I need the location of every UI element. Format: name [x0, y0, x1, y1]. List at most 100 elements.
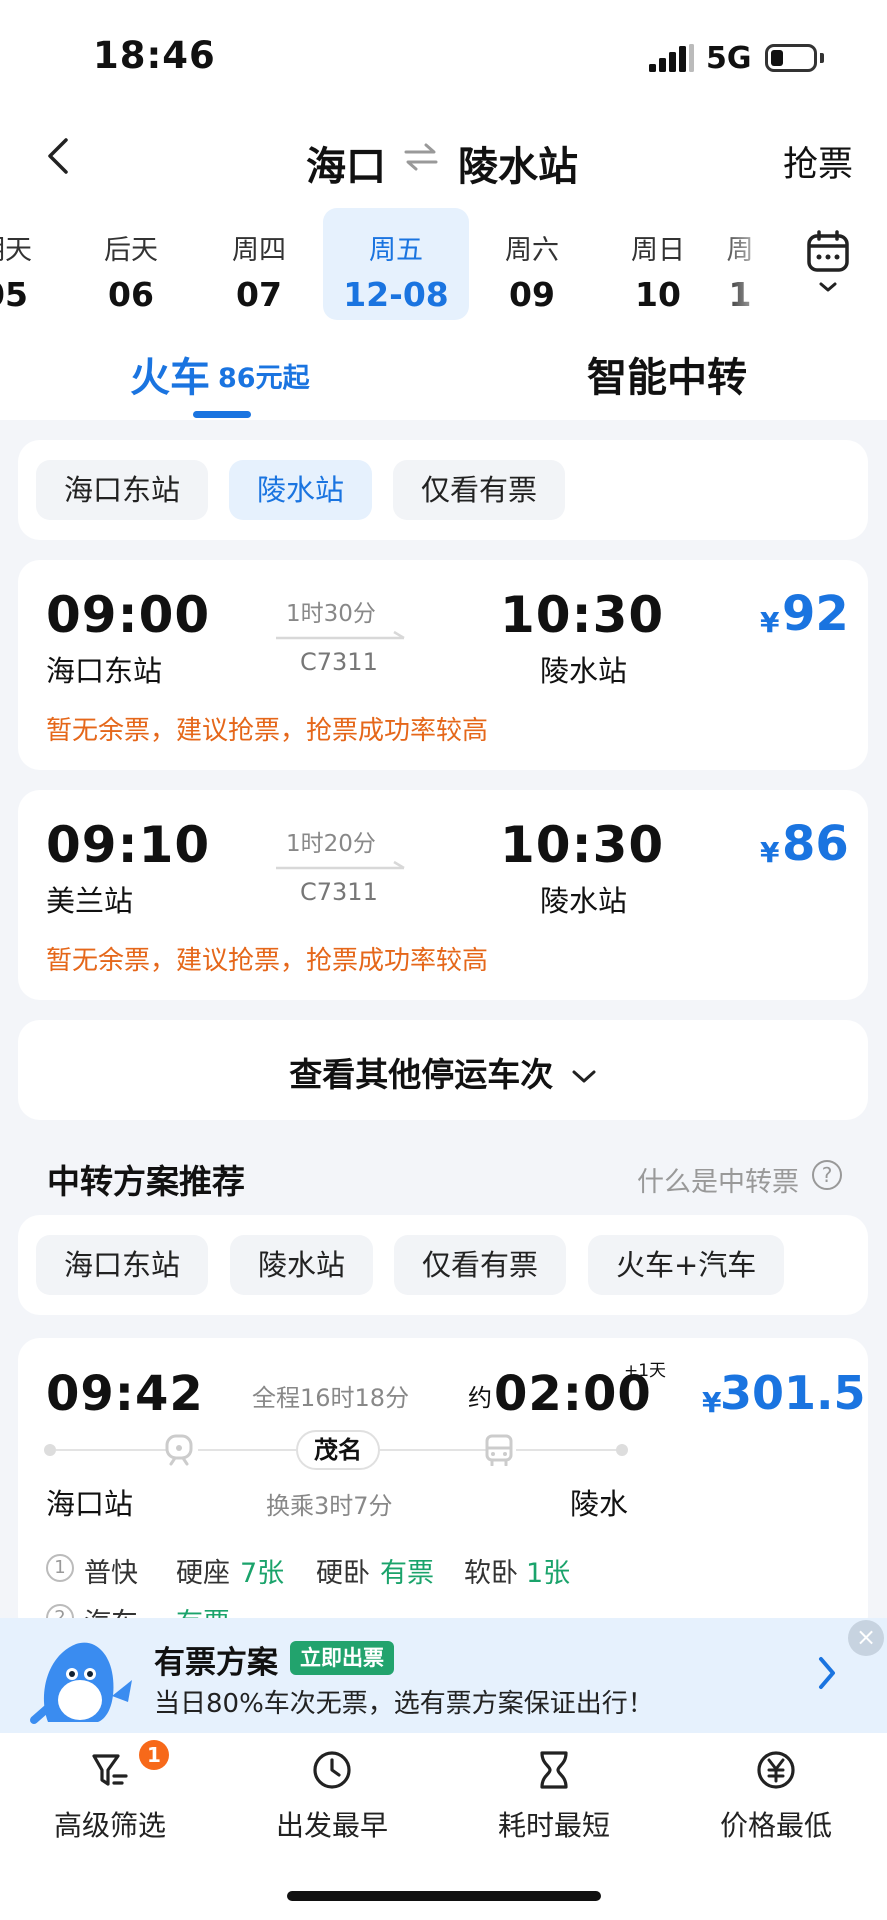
seat-type: 硬座	[176, 1558, 230, 1589]
battery-tip	[820, 53, 824, 63]
transfer-station: 茂名	[296, 1430, 380, 1470]
segment-type: 普快	[84, 1558, 138, 1589]
train-card[interactable]: 09:10 美兰站 1时20分 C7311 10:30 陵水站 ¥ 86 暂无余…	[18, 790, 868, 1000]
route-line	[198, 1449, 296, 1451]
hourglass-icon	[540, 1751, 568, 1789]
filter-chip-selected[interactable]: 陵水站	[229, 460, 373, 520]
date-item[interactable]: 周日 10	[593, 208, 723, 320]
train-icon	[165, 1434, 193, 1466]
banner-close-icon[interactable]: ×	[848, 1620, 884, 1656]
date-item[interactable]: 后天 06	[66, 208, 196, 320]
date-day: 06	[108, 275, 154, 314]
chevron-right-icon[interactable]	[815, 1655, 839, 1691]
filter-chip[interactable]: 仅看有票	[393, 460, 566, 520]
more-stopped-card[interactable]: 查看其他停运车次	[18, 1020, 868, 1120]
chevron-down-icon	[572, 1070, 596, 1082]
filter-card: 海口东站 陵水站 仅看有票	[18, 440, 868, 540]
depart-time: 09:10	[46, 816, 211, 874]
tab-transfer[interactable]: 智能中转	[587, 345, 747, 403]
banner-subtitle: 当日80%车次无票，选有票方案保证出行！	[154, 1689, 654, 1719]
tab-train-price: 86元起	[218, 363, 310, 394]
nav-lowest-price[interactable]: 价格最低	[676, 1748, 876, 1844]
duration: 1时20分	[286, 831, 376, 857]
depart-station: 海口东站	[46, 654, 163, 688]
depart-station: 海口站	[46, 1487, 134, 1521]
date-item-selected[interactable]: 周五 12-08	[323, 208, 469, 320]
route-line	[380, 1449, 492, 1451]
arrow-icon	[276, 860, 405, 870]
transfer-filter-card: 海口东站 陵水站 仅看有票 火车+汽车	[18, 1215, 868, 1315]
date-weekday: 周五	[369, 235, 423, 266]
nav-earliest-departure[interactable]: 出发最早	[232, 1748, 432, 1844]
more-stopped-text: 查看其他停运车次	[289, 1055, 554, 1094]
currency-symbol: ¥	[702, 1386, 722, 1419]
date-item[interactable]: 周六 09	[467, 208, 597, 320]
currency-symbol: ¥	[760, 606, 780, 639]
depart-time: 09:42	[46, 1366, 204, 1422]
grab-ticket-button[interactable]: 抢票	[783, 136, 853, 187]
date-day: 05	[0, 275, 28, 314]
bus-icon	[485, 1434, 513, 1466]
seat-availability: 1张	[526, 1558, 571, 1589]
route-line	[56, 1449, 168, 1451]
transfer-section-title: 中转方案推荐	[47, 1162, 245, 1201]
filter-chip[interactable]: 海口东站	[36, 1235, 209, 1295]
tab-train[interactable]: 火车	[130, 345, 210, 403]
filter-chip[interactable]: 陵水站	[230, 1235, 374, 1295]
nav-advanced-filter[interactable]: 高级筛选	[10, 1748, 210, 1844]
nav-label: 价格最低	[719, 1809, 832, 1842]
banner-tag: 立即出票	[290, 1641, 394, 1675]
depart-station: 美兰站	[46, 884, 134, 918]
seat-type: 硬卧	[316, 1558, 370, 1589]
date-weekday: 明天	[0, 235, 32, 266]
seat-type: 软卧	[464, 1558, 518, 1589]
seat-availability: 有票	[380, 1558, 434, 1589]
back-icon[interactable]	[40, 136, 80, 176]
price: 92	[782, 586, 849, 642]
from-city[interactable]: 海口	[306, 134, 386, 192]
arrow-icon	[276, 630, 405, 640]
network-type: 5G	[706, 41, 752, 76]
next-day-label: +1天	[624, 1361, 667, 1381]
nav-label: 高级筛选	[53, 1809, 166, 1842]
arrive-station: 陵水站	[540, 884, 628, 918]
more-stopped-label: 查看其他停运车次	[18, 1048, 868, 1096]
train-number: C7311	[300, 648, 378, 676]
nav-label: 出发最早	[275, 1809, 388, 1842]
nav-shortest-duration[interactable]: 耗时最短	[454, 1748, 654, 1844]
filter-chip[interactable]: 海口东站	[36, 460, 209, 520]
date-day: 12-08	[343, 275, 449, 314]
arrive-time: 10:30	[500, 816, 665, 874]
depart-time: 09:00	[46, 586, 211, 644]
train-card[interactable]: 09:00 海口东站 1时30分 C7311 10:30 陵水站 ¥ 92 暂无…	[18, 560, 868, 770]
currency-symbol: ¥	[760, 836, 780, 869]
filter-chip[interactable]: 火车+汽车	[588, 1235, 785, 1295]
transfer-help-link[interactable]: 什么是中转票	[637, 1160, 799, 1199]
date-strip-fade	[724, 208, 776, 320]
duration: 1时30分	[286, 601, 376, 627]
price: 301.5	[720, 1366, 866, 1420]
home-indicator[interactable]	[287, 1891, 601, 1901]
date-day: 07	[236, 275, 282, 314]
banner-title: 有票方案	[154, 1645, 278, 1681]
status-time: 18:46	[93, 34, 216, 77]
date-item[interactable]: 周四 07	[194, 208, 324, 320]
filter-icon	[92, 1754, 128, 1786]
to-station[interactable]: 陵水站	[458, 134, 578, 192]
arrive-station: 陵水	[570, 1487, 629, 1521]
filter-count-badge: 1	[139, 1740, 169, 1770]
help-icon[interactable]: ?	[812, 1160, 842, 1190]
route-dot	[44, 1444, 56, 1456]
battery-icon	[765, 44, 817, 72]
route-dot	[616, 1444, 628, 1456]
filter-chip[interactable]: 仅看有票	[394, 1235, 567, 1295]
train-number: C7311	[300, 878, 378, 906]
date-day: 09	[509, 275, 555, 314]
calendar-icon[interactable]	[806, 230, 850, 300]
arrive-station: 陵水站	[540, 654, 628, 688]
date-weekday: 周六	[505, 235, 559, 266]
transfer-plan-card[interactable]: 09:42 全程16时18分 约 02:00 +1天 ¥ 301.5 茂名 海口…	[18, 1338, 868, 1639]
tab-underline	[193, 411, 251, 418]
date-item[interactable]: 明天 05	[0, 208, 70, 320]
swap-icon[interactable]	[404, 142, 438, 172]
